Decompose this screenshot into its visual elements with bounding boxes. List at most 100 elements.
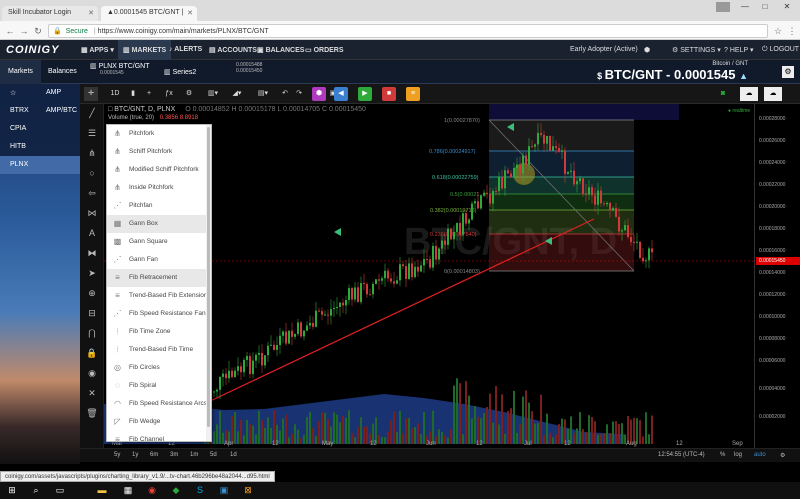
menu-item-fib-channel[interactable]: ≡ Fib Channel xyxy=(107,431,207,441)
menu-item-fib-spiral[interactable]: ◌ Fib Spiral xyxy=(107,377,207,395)
magnet-icon[interactable]: ⋂ xyxy=(85,326,99,340)
skype-icon[interactable]: S xyxy=(194,485,206,496)
maximize-icon[interactable]: □ xyxy=(758,2,772,14)
layout-icon[interactable]: ▤▾ xyxy=(256,87,270,101)
range-6m[interactable]: 6m xyxy=(150,452,158,458)
trend-line-icon[interactable]: ╱ xyxy=(85,106,99,120)
measure-icon[interactable]: ⊟ xyxy=(85,306,99,320)
zoom-icon[interactable]: ⊕ xyxy=(85,286,99,300)
text-icon[interactable]: A xyxy=(85,226,99,240)
scrollbar-thumb[interactable] xyxy=(207,127,210,427)
nav-logout[interactable]: ⏻ LOGOUT xyxy=(758,40,800,60)
menu-item-schiff-pitchfork[interactable]: ⋔ Schiff Pitchfork xyxy=(107,143,207,161)
menu-item-fib-retracement[interactable]: ≡ Fib Retracement xyxy=(107,269,207,287)
store-icon[interactable]: ▦ xyxy=(122,485,134,496)
range-3m[interactable]: 3m xyxy=(170,452,178,458)
undo-icon[interactable]: ↶ xyxy=(278,87,292,101)
camera-icon[interactable]: ◙ xyxy=(716,87,730,101)
circle-icon[interactable]: ○ xyxy=(85,166,99,180)
market-tab-price[interactable]: 0.00015488 0.00015450 xyxy=(236,62,262,82)
back-icon[interactable]: ← xyxy=(4,25,16,37)
interval-button[interactable]: 1D xyxy=(108,87,122,101)
menu-item-trend-based-fib-time[interactable]: ⦙ Trend-Based Fib Time xyxy=(107,341,207,359)
tab-balances[interactable]: Balances xyxy=(40,60,85,84)
menu-icon[interactable]: ⋮ xyxy=(786,25,798,37)
task-view-icon[interactable]: ▭ xyxy=(54,485,66,496)
crosshair-icon[interactable]: ✛ xyxy=(84,87,98,101)
redo-icon[interactable]: ↷ xyxy=(292,87,306,101)
eye-icon[interactable]: ◉ xyxy=(85,366,99,380)
photos-icon[interactable]: ▣ xyxy=(218,485,230,496)
menu-item-gann-fan[interactable]: ⋰ Gann Fan xyxy=(107,251,207,269)
play-icon[interactable]: ▶ xyxy=(358,87,372,101)
close-icon[interactable]: ✕ xyxy=(187,9,193,17)
settings-gear-icon[interactable]: ⚙ xyxy=(182,87,196,101)
range-5y[interactable]: 5y xyxy=(114,452,120,458)
market-tab-plnx[interactable]: ▥ PLNX BTC/GNT 0.0001545 xyxy=(90,62,150,82)
sidebar-row-favorites[interactable]: ☆ AMP xyxy=(0,84,80,102)
menu-scrollbar[interactable] xyxy=(206,125,211,441)
range-1d[interactable]: 1d xyxy=(230,452,237,458)
close-icon[interactable]: ✕ xyxy=(88,9,94,17)
pitchfork-tool-icon[interactable]: ⋔ xyxy=(85,146,99,160)
gear-icon[interactable]: ⚙ xyxy=(782,66,794,78)
url-input[interactable]: 🔒 Secure | https://www.coinigy.com/main/m… xyxy=(48,24,768,38)
windows-icon[interactable]: ⊞ xyxy=(6,485,18,496)
range-5d[interactable]: 5d xyxy=(210,452,217,458)
arrow-icon[interactable]: ➤ xyxy=(85,266,99,280)
trash-icon[interactable]: 🗑 xyxy=(85,406,99,420)
nav-orders[interactable]: ▭ ORDERS xyxy=(300,40,349,60)
cube-icon[interactable]: ⬢ xyxy=(640,40,654,60)
lock-icon[interactable]: 🔒 xyxy=(85,346,99,360)
menu-item-gann-square[interactable]: ▩ Gann Square xyxy=(107,233,207,251)
menu-item-fib-time-zone[interactable]: ⦙ Fib Time Zone xyxy=(107,323,207,341)
cloud-download-icon[interactable]: ☁ xyxy=(740,87,758,101)
star-bookmark-icon[interactable]: ☆ xyxy=(772,25,784,37)
browser-tab-skill-incubator[interactable]: Skill Incubator Login ✕ xyxy=(2,6,98,21)
reload-icon[interactable]: ↻ xyxy=(32,25,44,37)
range-1y[interactable]: 1y xyxy=(132,452,138,458)
menu-item-inside-pitchfork[interactable]: ⋔ Inside Pitchfork xyxy=(107,179,207,197)
profile-icon[interactable] xyxy=(716,2,730,12)
menu-item-pitchfan[interactable]: ⋰ Pitchfan xyxy=(107,197,207,215)
sidebar-row-hitb[interactable]: HITB xyxy=(0,138,80,156)
arrow-left-icon[interactable]: ⇦ xyxy=(85,186,99,200)
minimize-icon[interactable]: — xyxy=(738,2,752,14)
settings-gear-icon[interactable]: ⚙ xyxy=(780,452,785,459)
auto-toggle[interactable]: auto xyxy=(754,452,766,458)
chrome-icon[interactable]: ◉ xyxy=(146,485,158,496)
app-icon[interactable]: ⊠ xyxy=(242,485,254,496)
nav-settings[interactable]: ⚙ SETTINGS ▾ xyxy=(668,40,725,60)
shape-icon[interactable]: ⋈ xyxy=(85,206,99,220)
nav-apps[interactable]: ▦ APPS ▾ xyxy=(76,40,119,60)
percent-toggle[interactable]: % xyxy=(720,452,725,458)
explorer-icon[interactable]: ▬ xyxy=(96,485,108,496)
indicators-icon[interactable]: ƒx xyxy=(162,87,176,101)
compare-button[interactable]: + xyxy=(142,87,156,101)
browser-tab-coinigy[interactable]: ▲0.0001545 BTC/GNT | ✕ xyxy=(101,6,197,21)
forward-icon[interactable]: → xyxy=(18,25,30,37)
search-icon[interactable]: ⌕ xyxy=(30,485,42,496)
log-toggle[interactable]: log xyxy=(734,452,742,458)
tab-markets[interactable]: Markets xyxy=(0,60,41,84)
nav-alerts[interactable]: ♪ ALERTS xyxy=(164,40,207,60)
range-1m[interactable]: 1m xyxy=(190,452,198,458)
cube-icon[interactable]: ⬢ xyxy=(312,87,326,101)
megaphone-icon[interactable]: ◀ xyxy=(334,87,348,101)
sidebar-row-btrx[interactable]: BTRX AMP/BTC xyxy=(0,102,80,120)
menu-item-gann-box[interactable]: ▦ Gann Box xyxy=(107,215,207,233)
menu-item-trend-based-fib-extension[interactable]: ≡ Trend-Based Fib Extension xyxy=(107,287,207,305)
menu-item-fib-wedge[interactable]: ◸ Fib Wedge xyxy=(107,413,207,431)
lines-icon[interactable]: ☰ xyxy=(85,126,99,140)
trend-line[interactable] xyxy=(203,218,595,405)
nav-help[interactable]: ? HELP ▾ xyxy=(720,40,757,60)
menu-item-pitchfork[interactable]: ⋔ Pitchfork xyxy=(107,125,207,143)
cross-tools-icon[interactable]: ✕ xyxy=(85,386,99,400)
sidebar-row-cpia[interactable]: CPIA xyxy=(0,120,80,138)
sidebar-row-plnx[interactable]: PLNX xyxy=(0,156,80,174)
candles-icon[interactable]: ▮ xyxy=(126,87,140,101)
area-icon[interactable]: ◢▾ xyxy=(230,87,244,101)
pattern-icon[interactable]: ⧓ xyxy=(85,246,99,260)
menu-item-fib-speed-resistance-arcs[interactable]: ◠ Fib Speed Resistance Arcs xyxy=(107,395,207,413)
bars-icon[interactable]: ▥▾ xyxy=(206,87,220,101)
